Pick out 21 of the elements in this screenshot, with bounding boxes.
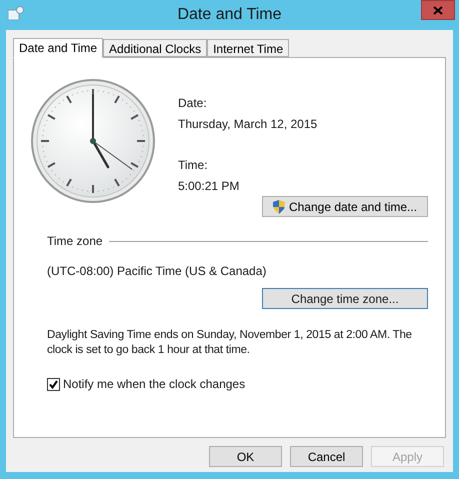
tab[interactable]: Date and Time (13, 38, 104, 58)
tab[interactable]: Additional Clocks (103, 39, 208, 57)
dialog-button[interactable]: OK (209, 446, 282, 467)
time-zone-value: (UTC-08:00) Pacific Time (US & Canada) (47, 263, 268, 280)
change-time-zone-button[interactable]: Change time zone... (262, 288, 428, 309)
date-label: Date: (178, 95, 208, 112)
window-title: Date and Time (177, 5, 282, 25)
time-value: 5:00:21 PM (178, 178, 240, 195)
dst-note: Daylight Saving Time ends on Sunday, November 1, 2015 at 2:00 AM. The clock is set to go back 1 hour at that time. (47, 328, 413, 358)
button[interactable]: Change date and time... (262, 196, 428, 217)
dialog-button[interactable]: Cancel (290, 446, 363, 467)
time-label: Time: (178, 157, 209, 174)
checkmark-icon (49, 380, 58, 388)
time-zone-heading: Time zone (47, 233, 103, 250)
notify-checkbox[interactable] (47, 378, 60, 390)
close-icon (433, 6, 443, 14)
tab[interactable]: Internet Time (207, 39, 290, 57)
shield-icon (272, 200, 285, 214)
notify-label: Notify me when the clock changes (63, 376, 246, 393)
date-value: Thursday, March 12, 2015 (178, 116, 318, 133)
close-button[interactable] (421, 0, 455, 20)
